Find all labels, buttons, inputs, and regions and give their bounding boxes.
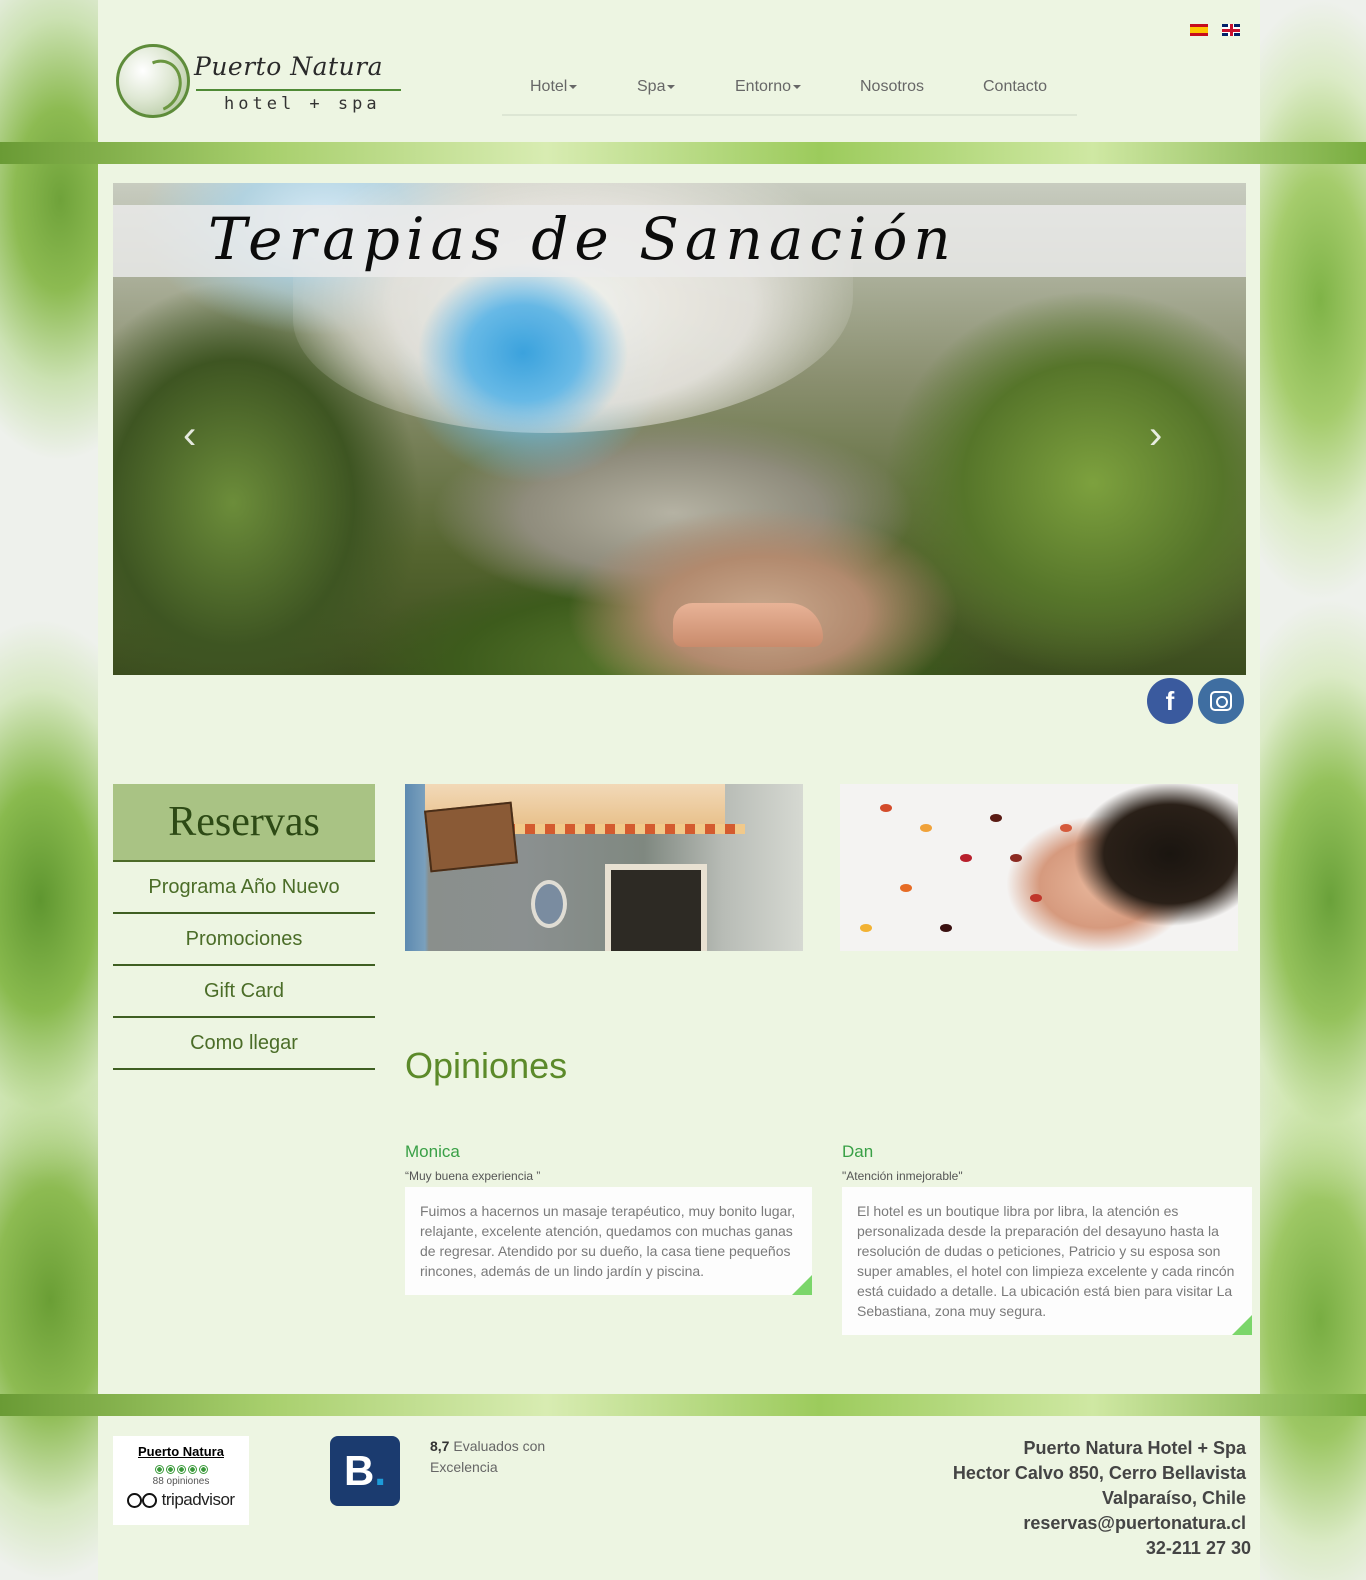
slide-title: Terapias de Sanación xyxy=(208,205,957,273)
slider-prev-icon[interactable]: ‹ xyxy=(183,415,196,455)
sidebar-item-gift-card[interactable]: Gift Card xyxy=(113,966,375,1018)
spain-flag-icon[interactable] xyxy=(1190,24,1208,36)
caret-down-icon xyxy=(667,84,676,89)
corner-fold-icon xyxy=(792,1275,812,1295)
logo-name: Puerto Natura xyxy=(194,52,383,81)
hero-slider[interactable]: Terapias de Sanación ‹ › xyxy=(113,183,1246,675)
review-quote: “Muy buena experiencia ” xyxy=(405,1169,541,1183)
phone-number: 32-211 27 30 xyxy=(1145,1538,1251,1558)
reviewer-name: Monica xyxy=(405,1142,460,1161)
slider-next-icon[interactable]: › xyxy=(1149,415,1162,455)
nav-label: Entorno xyxy=(735,78,792,95)
nav-label: Contacto xyxy=(983,78,1048,95)
sidebar-item-como-llegar[interactable]: Como llegar xyxy=(113,1018,375,1070)
sidebar-item-promociones[interactable]: Promociones xyxy=(113,914,375,966)
site-logo[interactable]: Puerto Natura hotel + spa xyxy=(116,44,406,122)
owl-icon xyxy=(142,1493,158,1509)
contact-address: Puerto Natura Hotel + Spa Hector Calvo 8… xyxy=(952,1436,1251,1561)
nav-item-spa[interactable]: Spa xyxy=(637,78,676,96)
opinions-heading: Opiniones xyxy=(405,1045,568,1086)
email-link[interactable]: reservas@puertonatura.cl xyxy=(953,1511,1246,1536)
rating-bubbles-icon xyxy=(113,1465,249,1474)
nav-item-contacto[interactable]: Contacto xyxy=(983,78,1047,96)
review-box: Fuimos a hacernos un masaje terapéutico,… xyxy=(405,1187,812,1295)
tripadvisor-logo: tripadvisor xyxy=(113,1490,249,1510)
facebook-icon[interactable]: f xyxy=(1147,678,1193,724)
corner-fold-icon xyxy=(1232,1315,1252,1335)
logo-emblem-icon xyxy=(116,44,191,121)
nav-item-hotel[interactable]: Hotel xyxy=(530,78,578,96)
review-box: El hotel es un boutique libra por libra,… xyxy=(842,1187,1252,1335)
main-nav: Hotel Spa Entorno Nosotros Contacto xyxy=(502,66,1077,116)
booking-score: 8,7 Evaluados con Excelencia xyxy=(430,1438,546,1475)
hotel-facade-image[interactable] xyxy=(405,784,803,951)
logo-subtitle: hotel + spa xyxy=(224,94,381,114)
decorative-band-bottom xyxy=(0,1394,1366,1416)
spa-bath-image[interactable] xyxy=(840,784,1238,951)
review-text: Fuimos a hacernos un masaje terapéutico,… xyxy=(420,1203,796,1279)
hotel-name: Puerto Natura Hotel + Spa xyxy=(1023,1438,1246,1458)
reviewer-name: Dan xyxy=(842,1142,874,1161)
decorative-band-top xyxy=(0,142,1366,164)
nav-item-nosotros[interactable]: Nosotros xyxy=(860,78,924,96)
city: Valparaíso, Chile xyxy=(1101,1488,1246,1508)
tripadvisor-widget[interactable]: Puerto Natura 88 opiniones tripadvisor xyxy=(113,1436,249,1525)
slide-image-foot xyxy=(673,603,823,647)
nav-label: Spa xyxy=(637,78,666,95)
uk-flag-icon[interactable] xyxy=(1222,24,1240,36)
street-address: Hector Calvo 850, Cerro Bellavista xyxy=(952,1463,1246,1483)
tripadvisor-hotel-link[interactable]: Puerto Natura xyxy=(113,1444,249,1459)
language-switcher xyxy=(1190,24,1240,36)
nav-item-entorno[interactable]: Entorno xyxy=(735,78,802,96)
sidebar-item-programa[interactable]: Programa Año Nuevo xyxy=(113,862,375,914)
reservas-heading[interactable]: Reservas xyxy=(113,784,375,862)
tripadvisor-review-count: 88 opiniones xyxy=(152,1476,210,1487)
logo-divider xyxy=(196,89,401,91)
caret-down-icon xyxy=(793,84,802,89)
owl-icon xyxy=(127,1493,143,1509)
review-text: El hotel es un boutique libra por libra,… xyxy=(857,1203,1235,1319)
instagram-icon[interactable] xyxy=(1198,678,1244,724)
tripadvisor-wordmark: tripadvisor xyxy=(161,1490,235,1509)
nav-label: Hotel xyxy=(530,78,568,95)
nav-label: Nosotros xyxy=(860,78,925,95)
review-quote: "Atención inmejorable" xyxy=(842,1169,963,1183)
booking-logo-icon[interactable]: B. xyxy=(330,1436,400,1506)
caret-down-icon xyxy=(569,84,578,89)
